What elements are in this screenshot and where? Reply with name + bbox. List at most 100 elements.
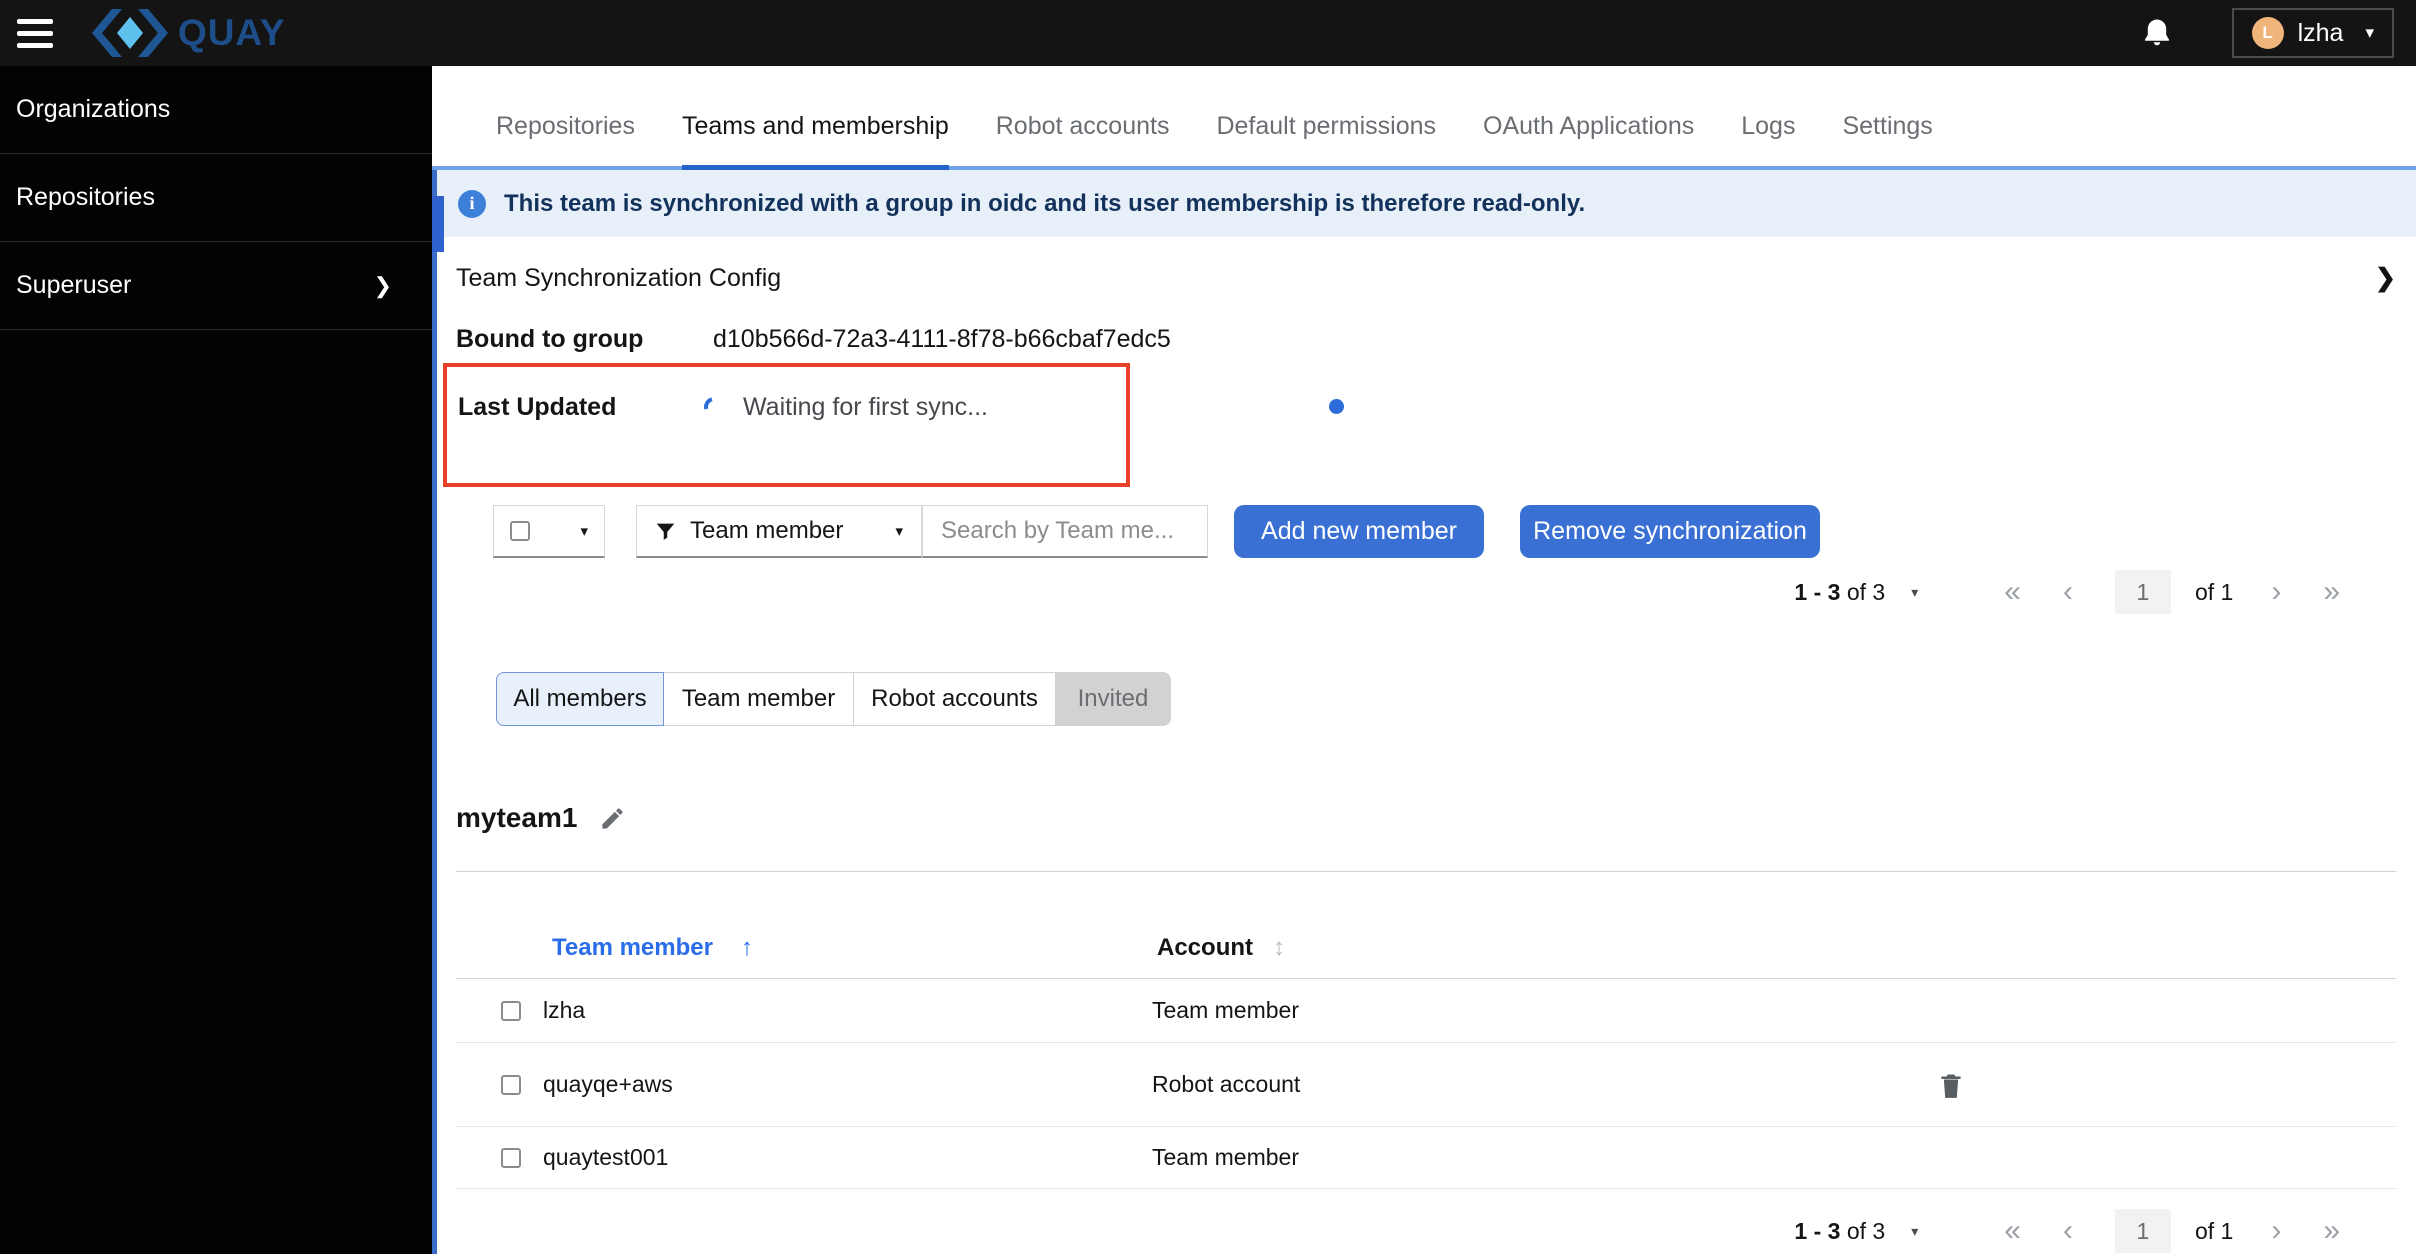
member-name-cell: quayqe+aws (543, 1071, 673, 1097)
notifications-bell-icon[interactable] (2140, 16, 2174, 50)
toggle-robot-accounts[interactable]: Robot accounts (854, 672, 1056, 726)
filter-type-dropdown[interactable]: Team member ▾ (636, 505, 922, 558)
total-pages-label: of 1 (2194, 578, 2234, 605)
pagination-range-strong: 1 - 3 (1794, 578, 1841, 605)
tab-settings[interactable]: Settings (1842, 112, 1932, 170)
pagination-range-rest: of 3 (1846, 578, 1886, 605)
masthead: QUAY L lzha ▾ (0, 0, 2416, 66)
sidebar-item-organizations[interactable]: Organizations (0, 66, 432, 154)
sync-config-title: Team Synchronization Config (456, 263, 782, 292)
expand-chevron-icon[interactable]: ❯ (2375, 263, 2396, 293)
org-tabs: Repositories Teams and membership Robot … (432, 66, 2416, 170)
chevron-down-icon: ▾ (580, 523, 588, 540)
menu-toggle-icon[interactable] (0, 0, 70, 66)
bulk-select-dropdown[interactable]: ▾ (493, 505, 605, 558)
tab-oauth-applications[interactable]: OAuth Applications (1483, 112, 1694, 170)
next-page-button[interactable]: › (2271, 577, 2281, 607)
content-area: Repositories Teams and membership Robot … (432, 66, 2416, 1254)
account-type-cell: Team member (1152, 1144, 1299, 1170)
members-table-header: Team member ↑ Account ↕ (456, 872, 2396, 979)
remove-synchronization-button[interactable]: Remove synchronization (1520, 505, 1820, 558)
delete-trash-icon[interactable] (1936, 1069, 1966, 1101)
search-input[interactable] (923, 517, 1207, 545)
edit-pencil-icon[interactable] (599, 805, 626, 832)
row-checkbox[interactable] (501, 1147, 521, 1168)
table-row: quaytest001 Team member (456, 1127, 2396, 1189)
column-label: Account (1157, 934, 1253, 961)
tab-logs[interactable]: Logs (1741, 112, 1795, 170)
team-name-heading: myteam1 (456, 802, 578, 833)
current-page-input[interactable]: 1 (2114, 1209, 2171, 1253)
toggle-all-members[interactable]: All members (496, 672, 664, 726)
tab-default-permissions[interactable]: Default permissions (1216, 112, 1436, 170)
brand-name: QUAY (178, 12, 286, 53)
sort-ascending-icon[interactable]: ↑ (741, 934, 753, 962)
filter-funnel-icon (656, 523, 675, 540)
column-header-team-member[interactable]: Team member ↑ (552, 934, 1157, 962)
account-type-cell: Robot account (1152, 1071, 1301, 1097)
last-updated-label: Last Updated (458, 393, 617, 421)
last-page-button[interactable]: » (2323, 577, 2340, 607)
pagination-range-rest: of 3 (1846, 1217, 1886, 1244)
bulk-select-checkbox[interactable] (510, 521, 530, 541)
toggle-invited[interactable]: Invited (1056, 672, 1171, 726)
add-new-member-button[interactable]: Add new member (1234, 505, 1484, 558)
pagination-menu-caret-icon[interactable]: ▾ (1911, 584, 1918, 601)
account-type-cell: Team member (1152, 997, 1299, 1023)
column-header-account[interactable]: Account ↕ (1157, 934, 1285, 962)
annotation-red-box: Last Updated Waiting for first sync... (443, 363, 1130, 487)
row-checkbox[interactable] (501, 1074, 521, 1095)
sidebar-item-label: Superuser (16, 271, 132, 299)
pagination-range[interactable]: 1 - 3 of 3 (1794, 1218, 1885, 1245)
member-view-toggle-group: All members Team member Robot accounts I… (496, 672, 2396, 726)
pagination-top: 1 - 3 of 3 ▾ « ‹ 1 of 1 › » (456, 570, 2396, 614)
pagination-range[interactable]: 1 - 3 of 3 (1794, 579, 1885, 606)
first-page-button[interactable]: « (2004, 1216, 2021, 1246)
sidebar-item-label: Repositories (16, 183, 155, 211)
toggle-team-member[interactable]: Team member (664, 672, 854, 726)
quay-app: QUAY L lzha ▾ Organizations Repositories… (0, 0, 2416, 1254)
row-checkbox[interactable] (501, 1000, 521, 1021)
chevron-down-icon: ▾ (895, 523, 903, 540)
content-left-accent (432, 170, 437, 1254)
scrollbar-thumb[interactable] (432, 196, 444, 252)
chevron-down-icon: ▾ (2365, 23, 2374, 42)
alert-message: This team is synchronized with a group i… (504, 189, 1586, 217)
total-pages-label: of 1 (2194, 1217, 2234, 1244)
table-row: lzha Team member (456, 979, 2396, 1043)
sidebar-item-label: Organizations (16, 95, 171, 123)
sidebar-item-repositories[interactable]: Repositories (0, 154, 432, 242)
tab-robot-accounts[interactable]: Robot accounts (996, 112, 1170, 170)
avatar: L (2251, 17, 2284, 49)
tab-teams-and-membership[interactable]: Teams and membership (681, 112, 949, 170)
sync-readonly-alert: i This team is synchronized with a group… (432, 170, 2416, 237)
last-updated-value: Waiting for first sync... (743, 393, 988, 421)
filter-type-label: Team member (690, 517, 844, 544)
spinner-icon (700, 393, 728, 421)
pagination-bottom: 1 - 3 of 3 ▾ « ‹ 1 of 1 › » (456, 1209, 2396, 1253)
member-name-cell: lzha (543, 997, 586, 1023)
chevron-right-icon: ❯ (373, 272, 392, 298)
table-row: quayqe+aws Robot account (456, 1043, 2396, 1127)
column-label: Team member (552, 934, 713, 961)
quay-logo-icon (92, 9, 168, 57)
sidebar-item-superuser[interactable]: Superuser ❯ (0, 242, 432, 330)
members-toolbar: ▾ Team member ▾ Add new member Remove sy… (493, 505, 2396, 558)
pagination-range-strong: 1 - 3 (1794, 1217, 1841, 1244)
sort-both-icon[interactable]: ↕ (1273, 934, 1285, 962)
pagination-menu-caret-icon[interactable]: ▾ (1911, 1223, 1918, 1240)
bound-to-group-label: Bound to group (456, 324, 644, 353)
prev-page-button[interactable]: ‹ (2063, 1216, 2073, 1246)
prev-page-button[interactable]: ‹ (2063, 577, 2073, 607)
user-name: lzha (2297, 18, 2344, 47)
info-icon: i (458, 189, 486, 218)
member-name-cell: quaytest001 (543, 1144, 669, 1170)
user-menu[interactable]: L lzha ▾ (2231, 8, 2394, 58)
tab-repositories[interactable]: Repositories (496, 112, 635, 170)
current-page-input[interactable]: 1 (2114, 570, 2171, 614)
sidebar: Organizations Repositories Superuser ❯ (0, 66, 432, 1254)
first-page-button[interactable]: « (2004, 577, 2021, 607)
last-page-button[interactable]: » (2323, 1216, 2340, 1246)
next-page-button[interactable]: › (2271, 1216, 2281, 1246)
quay-logo[interactable]: QUAY (92, 9, 286, 57)
